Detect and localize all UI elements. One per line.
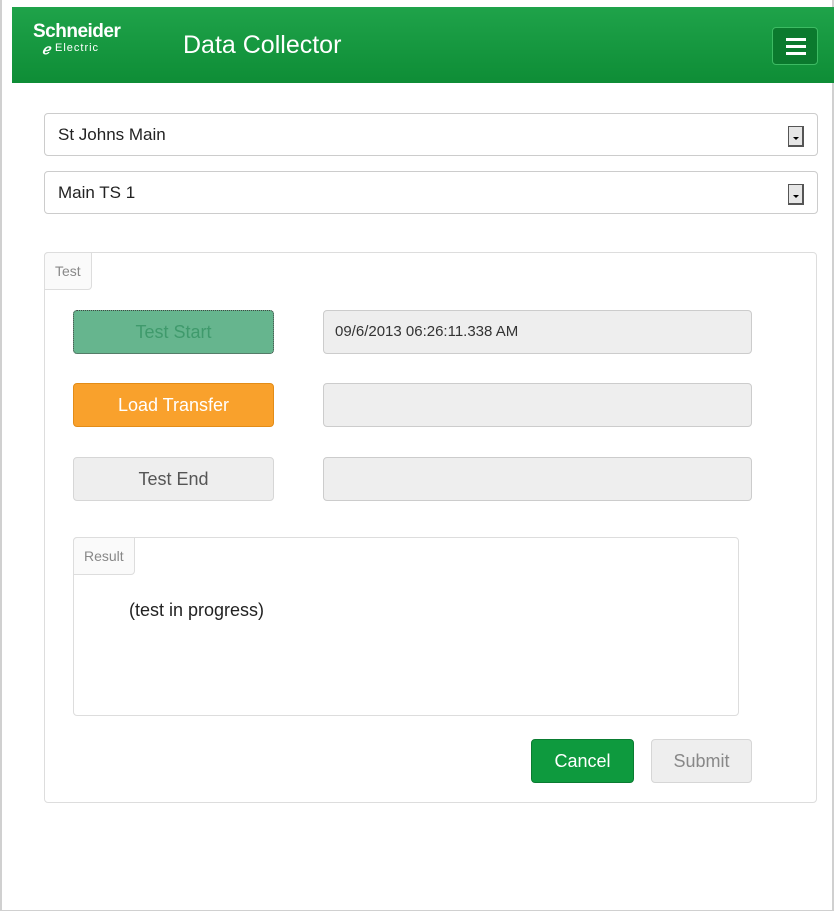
load-transfer-button[interactable]: Load Transfer (73, 383, 274, 427)
hamburger-menu-icon (786, 38, 806, 41)
switch-select[interactable]: Main TS 1 (44, 171, 818, 214)
site-select-value: St Johns Main (58, 125, 166, 144)
switch-select-value: Main TS 1 (58, 183, 136, 202)
dropdown-arrow-icon[interactable] (788, 184, 804, 205)
logo-subtext: Electric (55, 42, 100, 54)
cancel-button[interactable]: Cancel (531, 739, 634, 783)
test-end-time-field (323, 457, 752, 501)
app-header: Schneider ℯ Electric Data Collector (12, 7, 834, 83)
hamburger-menu-icon (786, 52, 806, 55)
result-panel: Result (test in progress) (73, 537, 739, 716)
schneider-electric-logo: Schneider ℯ Electric (33, 21, 153, 61)
result-text: (test in progress) (129, 600, 265, 620)
test-start-time-field: 09/6/2013 06:26:11.338 AM (323, 310, 752, 354)
test-start-button[interactable]: Test Start (73, 310, 274, 354)
hamburger-menu-icon (786, 45, 806, 48)
site-select[interactable]: St Johns Main (44, 113, 818, 156)
result-tab-label: Result (73, 537, 135, 575)
menu-button[interactable] (772, 27, 818, 65)
app-title: Data Collector (183, 31, 342, 59)
app-frame: Schneider ℯ Electric Data Collector St J… (0, 0, 834, 911)
test-tab-label: Test (44, 252, 92, 290)
submit-button[interactable]: Submit (651, 739, 752, 783)
test-panel: Test Test Start 09/6/2013 06:26:11.338 A… (44, 252, 817, 803)
logo-leaf-icon: ℯ (42, 41, 51, 57)
load-transfer-time-field (323, 383, 752, 427)
dropdown-arrow-icon[interactable] (788, 126, 804, 147)
test-end-button[interactable]: Test End (73, 457, 274, 501)
logo-wordmark: Schneider (33, 21, 121, 42)
